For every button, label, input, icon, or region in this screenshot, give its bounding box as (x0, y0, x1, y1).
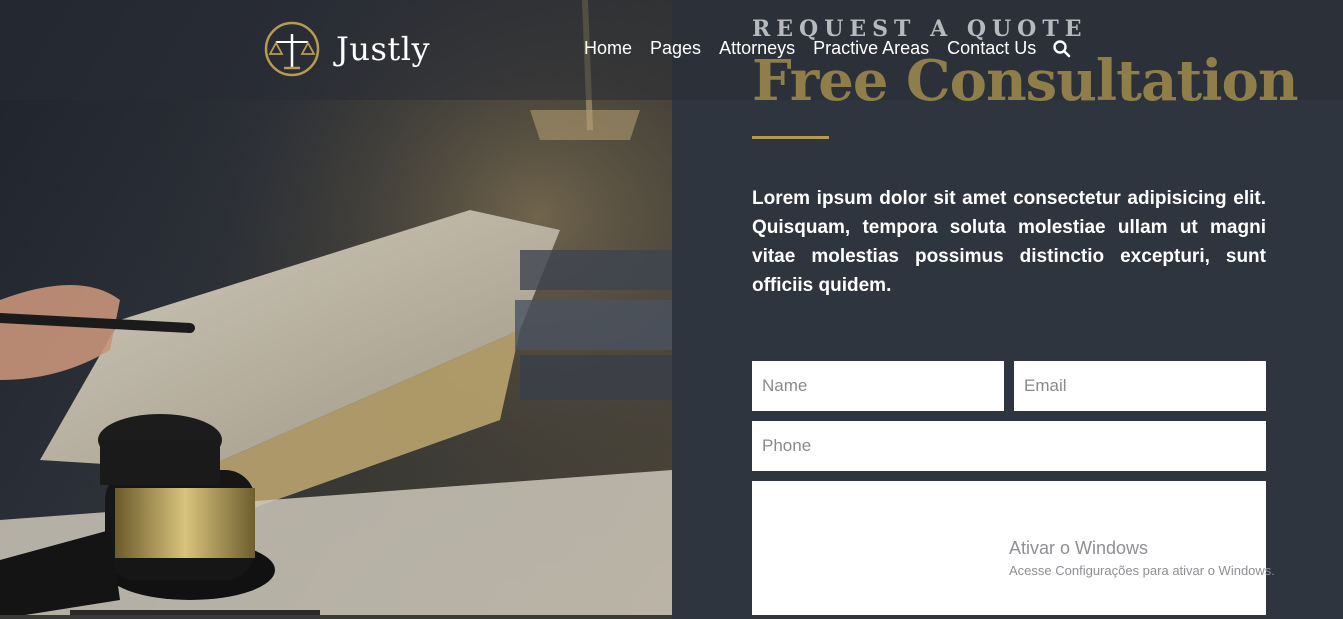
windows-activation-watermark: Ativar o Windows Acesse Configurações pa… (1009, 538, 1275, 578)
consultation-description: Lorem ipsum dolor sit amet consectetur a… (752, 188, 1266, 296)
scales-of-justice-icon (264, 21, 320, 77)
nav-item-home[interactable]: Home (584, 38, 632, 59)
section-kicker: REQUEST A QUOTE (752, 16, 1088, 42)
name-field[interactable] (752, 361, 1004, 411)
page-title: Free Consultation (752, 48, 1299, 114)
email-field[interactable] (1014, 361, 1266, 411)
watermark-subtitle: Acesse Configurações para ativar o Windo… (1009, 563, 1275, 578)
brand-logo[interactable]: Justly (256, 20, 430, 78)
nav-item-pages[interactable]: Pages (650, 38, 701, 59)
title-divider (752, 136, 829, 139)
phone-field[interactable] (752, 421, 1266, 471)
bottom-divider (0, 615, 672, 619)
watermark-title: Ativar o Windows (1009, 538, 1149, 558)
brand-name: Justly (336, 30, 431, 68)
